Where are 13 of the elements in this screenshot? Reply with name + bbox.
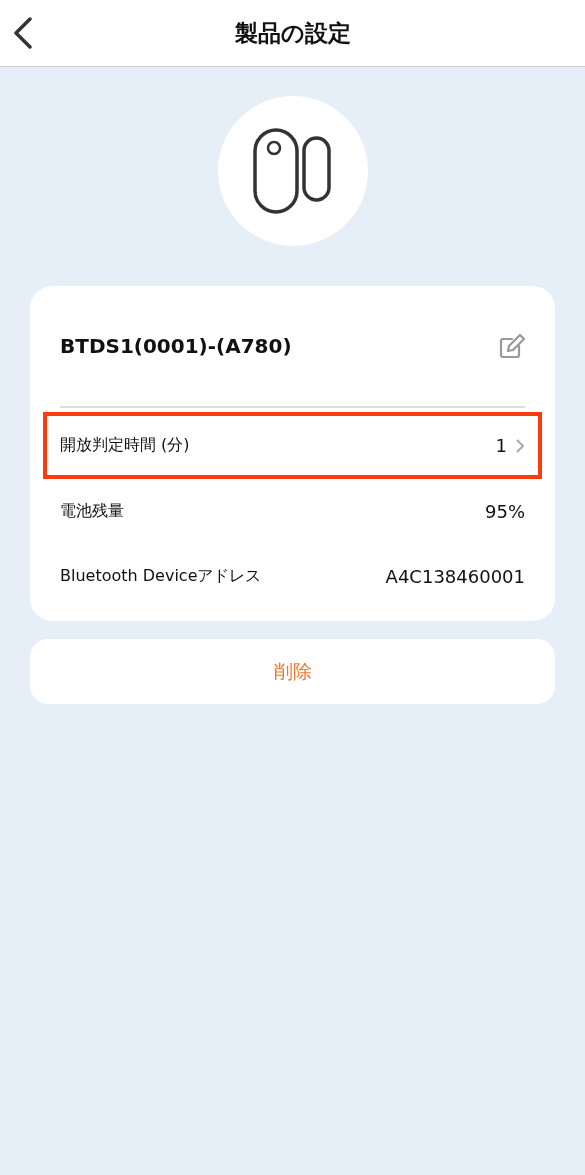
chevron-right-icon [515, 437, 525, 454]
back-icon[interactable] [13, 17, 33, 49]
setting-label: 電池残量 [60, 501, 124, 522]
setting-value: 95% [485, 501, 525, 522]
edit-icon[interactable] [499, 333, 525, 359]
page-title: 製品の設定 [234, 18, 351, 48]
door-sensor-icon [252, 128, 333, 214]
highlight-frame[interactable]: 開放判定時間 (分) 1 [43, 412, 542, 479]
setting-label: Bluetooth Deviceアドレス [60, 566, 262, 587]
setting-value: 1 [495, 435, 507, 456]
device-name: BTDS1(0001)-(A780) [60, 334, 292, 358]
setting-value: A4C138460001 [385, 566, 525, 587]
setting-label: 開放判定時間 (分) [60, 435, 190, 456]
